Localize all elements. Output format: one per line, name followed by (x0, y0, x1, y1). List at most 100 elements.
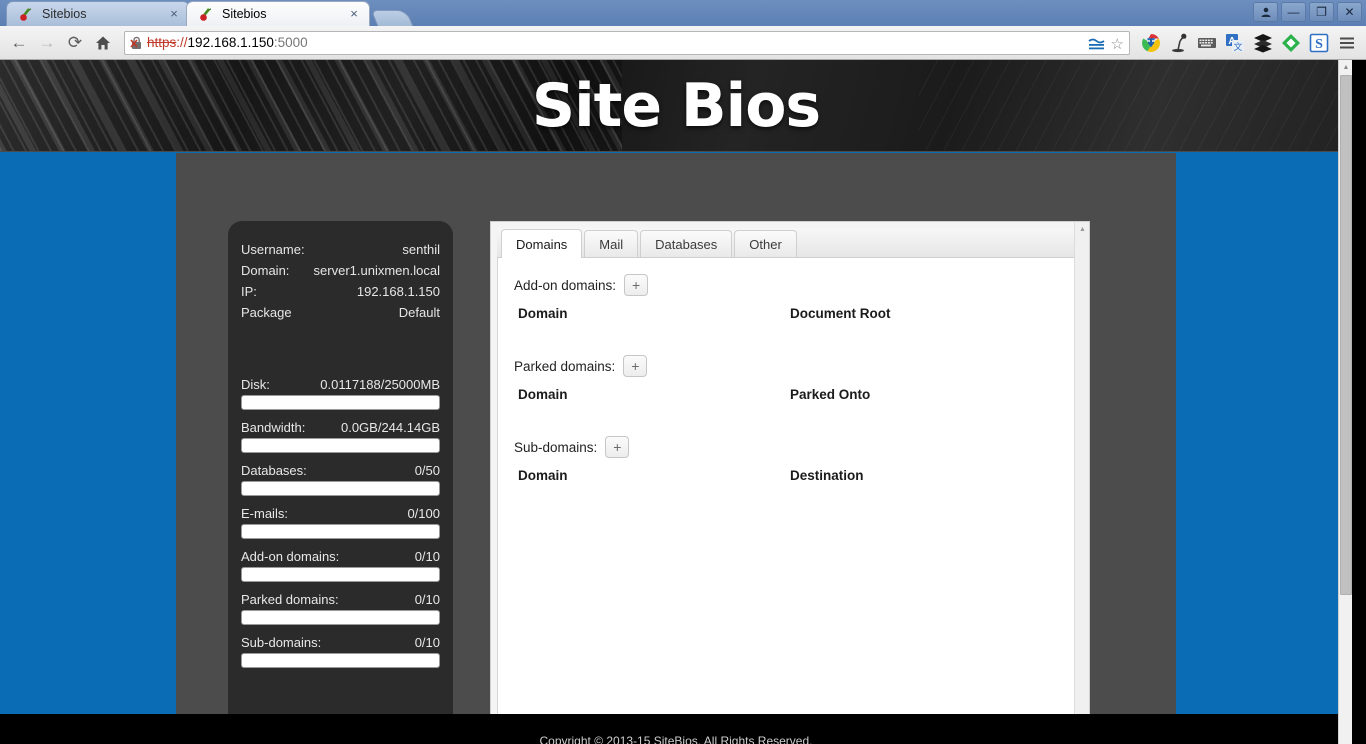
url-scheme: https (147, 35, 177, 50)
main-container: Username: senthil Domain: server1.unixme… (176, 153, 1176, 744)
tab-databases-label: Databases (655, 236, 718, 252)
browser-window: Sitebios × Sitebios × — ❐ ✕ ← → ⟳ https … (0, 0, 1366, 744)
panel-scrollbar[interactable]: ▲ ▼ (1074, 222, 1089, 744)
table-header-addon-domains: Domain Document Root (518, 306, 1068, 321)
page-scrollbar[interactable]: ▲ (1338, 60, 1352, 744)
chrome-menu-icon[interactable] (1334, 30, 1360, 56)
meter-bandwidth-bar (241, 438, 440, 453)
window-controls: — ❐ ✕ (1253, 2, 1362, 22)
tab-domains[interactable]: Domains (501, 229, 583, 258)
sidebar-info-ip: IP: 192.168.1.150 (241, 281, 440, 302)
meter-sub-domains: Sub-domains: 0/10 (241, 633, 440, 668)
meter-sub-domains-value: 0/10 (414, 635, 440, 650)
section-addon-domains-title: Add-on domains: (514, 277, 617, 293)
url-separator: :// (176, 35, 188, 50)
reload-button[interactable]: ⟳ (62, 30, 88, 56)
sitebios-page: Site Bios Username: senthil Domain: serv… (0, 60, 1352, 744)
parked-domains-empty-rows (514, 410, 1068, 436)
add-parked-domain-button[interactable]: + (623, 355, 648, 377)
sub-domains-empty-rows (514, 491, 1068, 517)
meter-parked-domains-bar (241, 610, 440, 625)
panel-body: Add-on domains: + Domain Document Root P… (497, 258, 1081, 738)
user-avatar-button[interactable] (1253, 2, 1278, 22)
browser-tab-1-title: Sitebios (42, 7, 87, 21)
sidebar-info-ip-label: IP: (241, 284, 257, 299)
sitebios-favicon (199, 6, 215, 22)
chrome-download-icon[interactable] (1138, 30, 1164, 56)
sidebar-info-username: Username: senthil (241, 239, 440, 260)
address-bar[interactable]: https://192.168.1.150:5000 ☆ (124, 30, 1130, 55)
meter-disk-label: Disk: (241, 377, 270, 392)
section-addon-domains-header: Add-on domains: + (514, 274, 1068, 296)
tab-databases[interactable]: Databases (640, 230, 733, 257)
panel-scroll-up-icon[interactable]: ▲ (1075, 222, 1089, 237)
page-title: Site Bios (531, 71, 821, 141)
meter-bandwidth: Bandwidth: 0.0GB/244.14GB (241, 418, 440, 453)
reader-mode-icon[interactable] (1088, 36, 1105, 55)
keyboard-icon[interactable] (1194, 30, 1220, 56)
meter-parked-domains-value: 0/10 (414, 592, 440, 607)
section-parked-domains-header: Parked domains: + (514, 355, 1068, 377)
page-footer: Copyright © 2013-15 SiteBios. All Rights… (0, 714, 1352, 744)
sidebar-info-domain: Domain: server1.unixmen.local (241, 260, 440, 281)
meter-addon-domains: Add-on domains: 0/10 (241, 547, 440, 582)
browser-tab-2[interactable]: Sitebios × (186, 1, 370, 26)
tab-mail[interactable]: Mail (584, 230, 639, 257)
copyright-text: Copyright © 2013-15 SiteBios. All Rights… (539, 734, 813, 744)
sidebar-info-package: Package Default (241, 302, 440, 323)
forward-button[interactable]: → (34, 30, 60, 56)
tab-mail-label: Mail (599, 236, 624, 252)
home-button[interactable] (90, 30, 116, 56)
url-port: :5000 (273, 35, 308, 50)
meter-disk-value: 0.0117188/25000MB (320, 377, 440, 392)
bookmark-star-icon[interactable]: ☆ (1111, 35, 1124, 53)
meter-emails: E-mails: 0/100 (241, 504, 440, 539)
sidebar-info-ip-value: 192.168.1.150 (356, 284, 440, 299)
sidebar-info-domain-value: server1.unixmen.local (313, 263, 440, 278)
meter-disk: Disk: 0.0117188/25000MB (241, 375, 440, 410)
addon-domains-empty-rows (514, 329, 1068, 355)
tab-domains-label: Domains (516, 236, 568, 252)
page-scroll-thumb[interactable] (1340, 75, 1352, 595)
meter-disk-bar (241, 395, 440, 410)
browser-tab-1[interactable]: Sitebios × (6, 1, 190, 26)
table-header-parked-domains: Domain Parked Onto (518, 387, 1068, 402)
restore-button[interactable]: ❐ (1309, 2, 1334, 22)
tab-other[interactable]: Other (734, 230, 797, 257)
new-tab-button[interactable] (370, 10, 414, 26)
section-sub-domains-header: Sub-domains: + (514, 436, 1068, 458)
browser-tab-2-close-icon[interactable]: × (347, 7, 361, 21)
back-button[interactable]: ← (6, 30, 32, 56)
meter-databases-bar (241, 481, 440, 496)
close-button[interactable]: ✕ (1337, 2, 1362, 22)
svg-text:S: S (1315, 37, 1323, 52)
panel-tabs: Domains Mail Databases Other (497, 228, 1081, 258)
meter-parked-domains-label: Parked domains: (241, 592, 339, 607)
meter-addon-domains-label: Add-on domains: (241, 549, 340, 564)
tab-other-label: Other (749, 236, 782, 252)
browser-tab-1-close-icon[interactable]: × (167, 7, 181, 21)
insecure-lock-icon[interactable] (129, 35, 145, 51)
add-addon-domain-button[interactable]: + (624, 274, 649, 296)
sidebar: Username: senthil Domain: server1.unixme… (228, 221, 453, 744)
desk-lamp-icon[interactable] (1166, 30, 1192, 56)
meter-databases-value: 0/50 (414, 463, 440, 478)
meter-emails-value: 0/100 (407, 506, 440, 521)
sidebar-meters: Disk: 0.0117188/25000MB Bandwidth: 0.0GB… (241, 375, 440, 668)
translate-icon[interactable]: A 文 (1222, 30, 1248, 56)
feedly-icon[interactable] (1278, 30, 1304, 56)
meter-databases-label: Databases: (241, 463, 307, 478)
s-bookmark-icon[interactable]: S (1306, 30, 1332, 56)
browser-toolbar: ← → ⟳ https://192.168.1.150:5000 ☆ 文 S (0, 26, 1366, 60)
meter-emails-label: E-mails: (241, 506, 288, 521)
column-domain: Domain (518, 387, 568, 402)
sidebar-info-username-label: Username: (241, 242, 305, 257)
add-sub-domain-button[interactable]: + (605, 436, 630, 458)
site-banner: Site Bios (0, 60, 1352, 152)
column-domain: Domain (518, 468, 568, 483)
minimize-button[interactable]: — (1281, 2, 1306, 22)
sidebar-info-package-label: Package (241, 305, 292, 320)
browser-tabstrip: Sitebios × Sitebios × — ❐ ✕ (0, 0, 1366, 26)
buffer-layers-icon[interactable] (1250, 30, 1276, 56)
page-viewport: Site Bios Username: senthil Domain: serv… (0, 60, 1366, 744)
